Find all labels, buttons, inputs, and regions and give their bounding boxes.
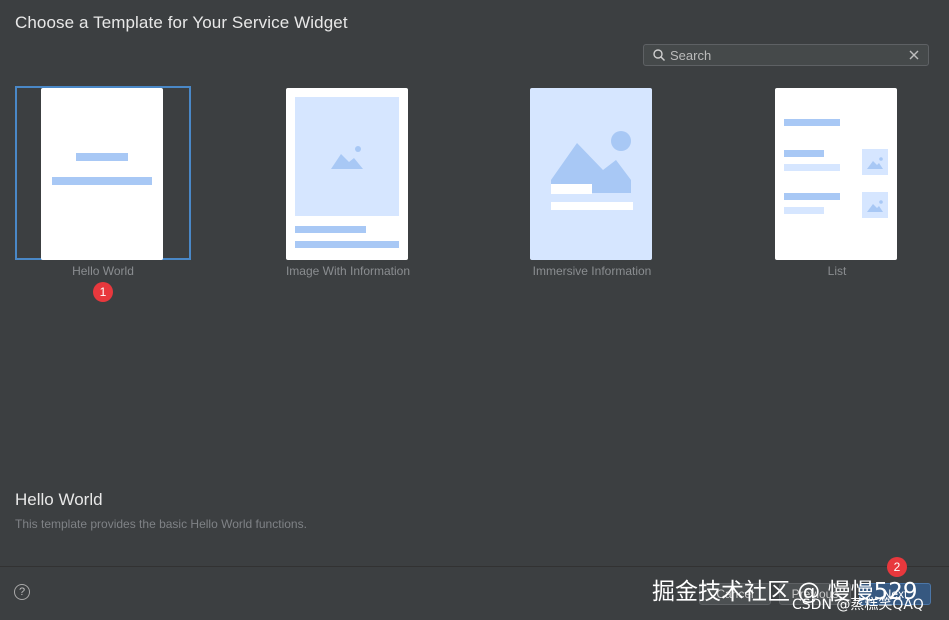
search-box[interactable] xyxy=(643,44,929,66)
template-label: List xyxy=(827,264,847,278)
search-input[interactable] xyxy=(670,45,908,65)
template-thumbnail xyxy=(530,88,652,260)
template-immersive-information[interactable]: Immersive Information xyxy=(504,86,682,284)
search-icon xyxy=(652,48,666,62)
help-icon[interactable]: ? xyxy=(14,584,30,600)
template-thumbnail xyxy=(775,88,897,260)
template-image-with-information[interactable]: Image With Information xyxy=(260,86,438,284)
template-thumbnail xyxy=(41,88,163,260)
step-badge-1: 1 xyxy=(93,282,113,302)
template-thumbnail xyxy=(286,88,408,260)
watermark-text-secondary: CSDN @蒸糕笑QAQ xyxy=(792,597,924,613)
description-title: Hello World xyxy=(15,490,103,509)
template-label: Image With Information xyxy=(285,264,411,278)
close-icon[interactable] xyxy=(908,49,920,61)
template-hello-world[interactable]: Hello World xyxy=(15,86,193,284)
image-icon xyxy=(551,131,631,193)
template-label: Immersive Information xyxy=(532,264,652,278)
template-dialog: Choose a Template for Your Service Widge… xyxy=(0,0,949,620)
dialog-title: Choose a Template for Your Service Widge… xyxy=(15,13,348,32)
template-label: Hello World xyxy=(72,264,134,278)
template-list[interactable]: List xyxy=(749,86,927,284)
description-text: This template provides the basic Hello W… xyxy=(15,517,307,531)
footer-divider xyxy=(0,566,949,567)
